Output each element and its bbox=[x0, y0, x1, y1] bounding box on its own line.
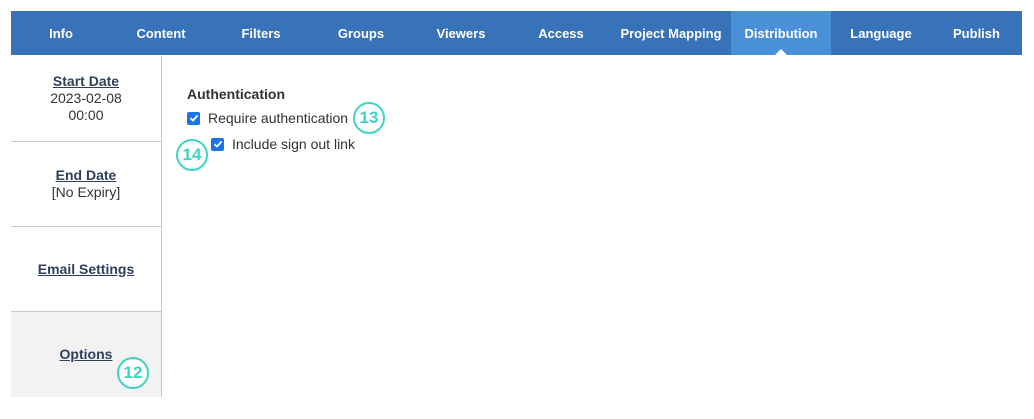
sidebar-item-email-settings[interactable]: Email Settings bbox=[11, 227, 161, 312]
email-settings-label[interactable]: Email Settings bbox=[38, 261, 134, 278]
start-date-label[interactable]: Start Date bbox=[53, 73, 119, 90]
tab-access[interactable]: Access bbox=[511, 11, 611, 55]
end-date-label[interactable]: End Date bbox=[56, 167, 117, 184]
tab-publish[interactable]: Publish bbox=[931, 11, 1022, 55]
checkmark-icon bbox=[213, 140, 222, 148]
tab-bar: Info Content Filters Groups Viewers Acce… bbox=[11, 11, 1022, 56]
sign-out-link-checkbox[interactable] bbox=[211, 137, 224, 151]
end-date-value: [No Expiry] bbox=[51, 184, 121, 200]
start-time-value: 00:00 bbox=[68, 107, 104, 123]
require-authentication-checkbox[interactable] bbox=[187, 111, 200, 125]
sidebar: Start Date 2023-02-08 00:00 End Date [No… bbox=[11, 56, 162, 397]
tab-project-mapping[interactable]: Project Mapping bbox=[611, 11, 731, 55]
section-title: Authentication bbox=[187, 86, 285, 102]
main-content: Authentication bbox=[187, 86, 285, 102]
start-date-value: 2023-02-08 bbox=[50, 90, 122, 106]
tab-content[interactable]: Content bbox=[111, 11, 211, 55]
sign-out-link-label: Include sign out link bbox=[232, 136, 355, 152]
tab-language[interactable]: Language bbox=[831, 11, 931, 55]
require-authentication-label: Require authentication bbox=[208, 110, 349, 126]
tab-viewers[interactable]: Viewers bbox=[411, 11, 511, 55]
require-authentication-row[interactable]: Require authentication bbox=[187, 110, 348, 126]
options-label[interactable]: Options bbox=[60, 346, 113, 363]
checkmark-icon bbox=[189, 114, 198, 122]
sign-out-link-row[interactable]: Include sign out link bbox=[211, 136, 355, 152]
sidebar-item-end-date[interactable]: End Date [No Expiry] bbox=[11, 142, 161, 227]
annotation-badge-14: 14 bbox=[176, 139, 208, 171]
tab-distribution[interactable]: Distribution bbox=[731, 11, 831, 56]
annotation-badge-12: 12 bbox=[117, 357, 149, 389]
tab-groups[interactable]: Groups bbox=[311, 11, 411, 55]
tab-info[interactable]: Info bbox=[11, 11, 111, 55]
tab-filters[interactable]: Filters bbox=[211, 11, 311, 55]
sidebar-item-start-date[interactable]: Start Date 2023-02-08 00:00 bbox=[11, 56, 161, 142]
annotation-badge-13: 13 bbox=[353, 102, 385, 134]
